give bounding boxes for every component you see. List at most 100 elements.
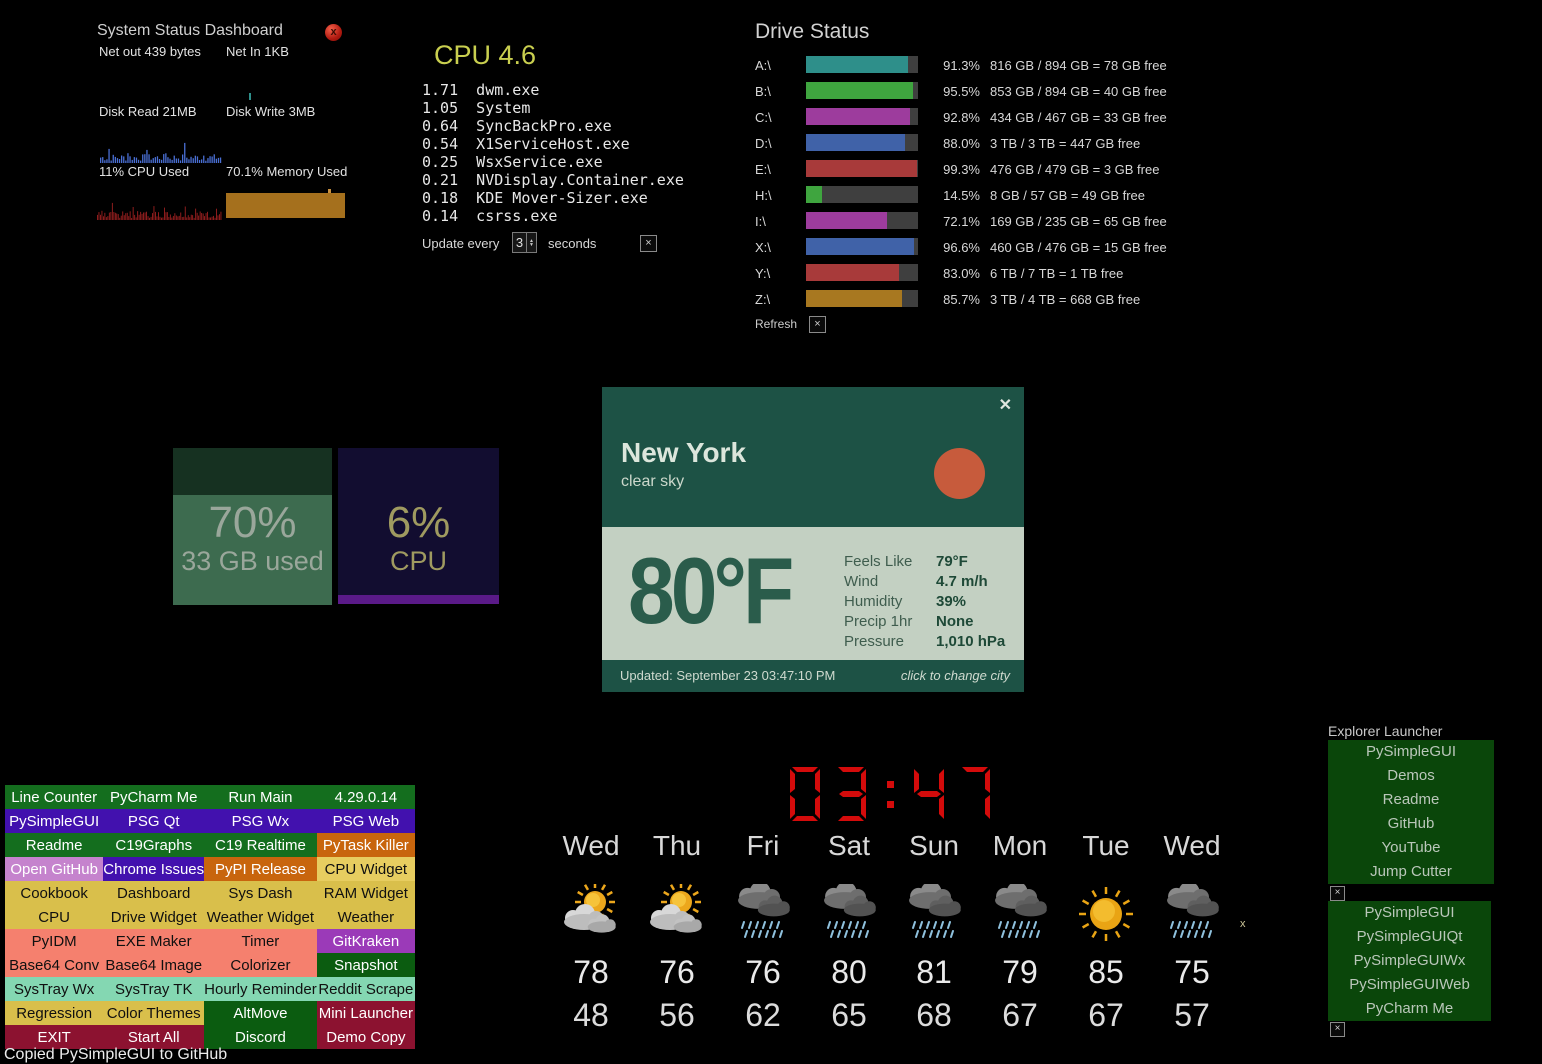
explorer-item-youtube[interactable]: YouTube — [1328, 836, 1494, 860]
launcher-button-psg-web[interactable]: PSG Web — [317, 809, 415, 833]
launcher-button-ram-widget[interactable]: RAM Widget — [317, 881, 415, 905]
explorer-item-demos[interactable]: Demos — [1328, 764, 1494, 788]
weather-rain-icon — [719, 884, 807, 946]
launcher-button-cpu-widget[interactable]: CPU Widget — [317, 857, 415, 881]
disk-write-tick — [249, 93, 251, 100]
explorer-close-button-1[interactable]: × — [1330, 886, 1345, 901]
launcher-button-pyidm[interactable]: PyIDM — [5, 929, 103, 953]
launcher-button-pypi-release[interactable]: PyPI Release — [204, 857, 317, 881]
drive-usage-bar — [806, 108, 918, 125]
launcher-button-demo-copy[interactable]: Demo Copy — [317, 1025, 415, 1049]
launcher-button-exe-maker[interactable]: EXE Maker — [103, 929, 204, 953]
spinner-value[interactable]: 3 — [513, 235, 526, 250]
launcher-button-systray-tk[interactable]: SysTray TK — [103, 977, 204, 1001]
launcher-button-hourly-reminder[interactable]: Hourly Reminder — [204, 977, 317, 1001]
forecast-close-icon[interactable]: x — [1240, 918, 1246, 930]
drive-percent: 72.1% — [930, 214, 980, 229]
launcher-button-readme[interactable]: Readme — [5, 833, 103, 857]
launcher-button-reddit-scrape[interactable]: Reddit Scrape — [317, 977, 415, 1001]
update-interval-spinner[interactable]: 3 ▲▼ — [512, 232, 537, 253]
drive-usage-fill — [806, 238, 914, 255]
spinner-arrows-icon[interactable]: ▲▼ — [526, 233, 536, 252]
drive-detail: 169 GB / 235 GB = 65 GB free — [990, 214, 1167, 229]
sun-icon — [934, 448, 985, 499]
drive-detail: 6 TB / 7 TB = 1 TB free — [990, 266, 1123, 281]
weather-detail-label: Feels Like — [844, 553, 936, 570]
weather-widget[interactable]: New York clear sky ✕ 80°F Feels Like79°F… — [602, 387, 1024, 692]
launcher-button-gitkraken[interactable]: GitKraken — [317, 929, 415, 953]
drive-letter: B:\ — [755, 84, 771, 99]
explorer-item-pycharm-me[interactable]: PyCharm Me — [1328, 997, 1491, 1021]
process-list: 1.71 dwm.exe1.05 System0.64 SyncBackPro.… — [422, 81, 684, 225]
drive-usage-bar — [806, 238, 918, 255]
drive-usage-fill — [806, 134, 905, 151]
forecast-high-temp: 80 — [805, 954, 893, 991]
launcher-button-color-themes[interactable]: Color Themes — [103, 1001, 204, 1025]
launcher-button-line-counter[interactable]: Line Counter — [5, 785, 103, 809]
launcher-button-base64-conv[interactable]: Base64 Conv — [5, 953, 103, 977]
launcher-button-colorizer[interactable]: Colorizer — [204, 953, 317, 977]
explorer-close-button-2[interactable]: × — [1330, 1022, 1345, 1037]
weather-rain-icon — [890, 884, 978, 946]
launcher-button-c19-realtime[interactable]: C19 Realtime — [204, 833, 317, 857]
explorer-item-pysimpleguiqt[interactable]: PySimpleGUIQt — [1328, 925, 1491, 949]
launcher-button-open-github[interactable]: Open GitHub — [5, 857, 103, 881]
net-out-label: Net out 439 bytes — [99, 44, 201, 59]
close-icon[interactable]: x — [325, 24, 342, 41]
cpu-widget-close-button[interactable]: × — [640, 235, 657, 252]
launcher-button-pysimplegui[interactable]: PySimpleGUI — [5, 809, 103, 833]
drive-percent: 14.5% — [930, 188, 980, 203]
launcher-button-pytask-killer[interactable]: PyTask Killer — [317, 833, 415, 857]
launcher-button-c19graphs[interactable]: C19Graphs — [103, 833, 204, 857]
launcher-button-4-29-0-14[interactable]: 4.29.0.14 — [317, 785, 415, 809]
launcher-button-mini-launcher[interactable]: Mini Launcher — [317, 1001, 415, 1025]
launcher-button-pycharm-me[interactable]: PyCharm Me — [103, 785, 204, 809]
explorer-item-readme[interactable]: Readme — [1328, 788, 1494, 812]
launcher-button-cpu[interactable]: CPU — [5, 905, 103, 929]
launcher-button-timer[interactable]: Timer — [204, 929, 317, 953]
launcher-grid: Line CounterPyCharm MeRun Main4.29.0.14P… — [5, 785, 415, 1049]
launcher-button-snapshot[interactable]: Snapshot — [317, 953, 415, 977]
weather-close-icon[interactable]: ✕ — [999, 395, 1012, 415]
clock-digit — [913, 766, 945, 822]
explorer-item-pysimpleguiweb[interactable]: PySimpleGUIWeb — [1328, 973, 1491, 997]
drive-detail: 3 TB / 4 TB = 668 GB free — [990, 292, 1140, 307]
launcher-button-sys-dash[interactable]: Sys Dash — [204, 881, 317, 905]
forecast-day-column: Wed7557 — [1148, 830, 1236, 1034]
update-every-label: Update every — [422, 236, 499, 251]
launcher-button-psg-wx[interactable]: PSG Wx — [204, 809, 317, 833]
ram-tile: 70% 33 GB used — [173, 448, 332, 605]
launcher-button-regression[interactable]: Regression — [5, 1001, 103, 1025]
launcher-button-dashboard[interactable]: Dashboard — [103, 881, 204, 905]
launcher-button-altmove[interactable]: AltMove — [204, 1001, 317, 1025]
refresh-label: Refresh — [755, 317, 797, 331]
launcher-button-psg-qt[interactable]: PSG Qt — [103, 809, 204, 833]
forecast-day-column: Sun8168 — [890, 830, 978, 1034]
drive-usage-fill — [806, 212, 887, 229]
launcher-button-base64-image[interactable]: Base64 Image — [103, 953, 204, 977]
drive-usage-fill — [806, 186, 822, 203]
system-dashboard-title: System Status Dashboard — [97, 22, 283, 40]
launcher-button-weather-widget[interactable]: Weather Widget — [204, 905, 317, 929]
drive-letter: E:\ — [755, 162, 771, 177]
launcher-button-drive-widget[interactable]: Drive Widget — [103, 905, 204, 929]
drive-refresh-button[interactable]: × — [809, 316, 826, 333]
explorer-item-pysimpleguiwx[interactable]: PySimpleGUIWx — [1328, 949, 1491, 973]
explorer-launcher-panel-1: PySimpleGUIDemosReadmeGitHubYouTubeJump … — [1328, 740, 1494, 884]
drive-percent: 96.6% — [930, 240, 980, 255]
launcher-button-weather[interactable]: Weather — [317, 905, 415, 929]
launcher-button-cookbook[interactable]: Cookbook — [5, 881, 103, 905]
forecast-day-label: Wed — [547, 830, 635, 862]
clock-digit — [959, 766, 991, 822]
drive-usage-bar — [806, 160, 918, 177]
launcher-button-chrome-issues[interactable]: Chrome Issues — [103, 857, 204, 881]
weather-change-city-hint[interactable]: click to change city — [901, 668, 1010, 683]
explorer-item-pysimplegui[interactable]: PySimpleGUI — [1328, 740, 1494, 764]
launcher-button-systray-wx[interactable]: SysTray Wx — [5, 977, 103, 1001]
weather-condition: clear sky — [621, 473, 684, 491]
explorer-item-github[interactable]: GitHub — [1328, 812, 1494, 836]
launcher-button-run-main[interactable]: Run Main — [204, 785, 317, 809]
forecast-low-temp: 48 — [547, 997, 635, 1034]
explorer-item-pysimplegui[interactable]: PySimpleGUI — [1328, 901, 1491, 925]
explorer-item-jump-cutter[interactable]: Jump Cutter — [1328, 860, 1494, 884]
